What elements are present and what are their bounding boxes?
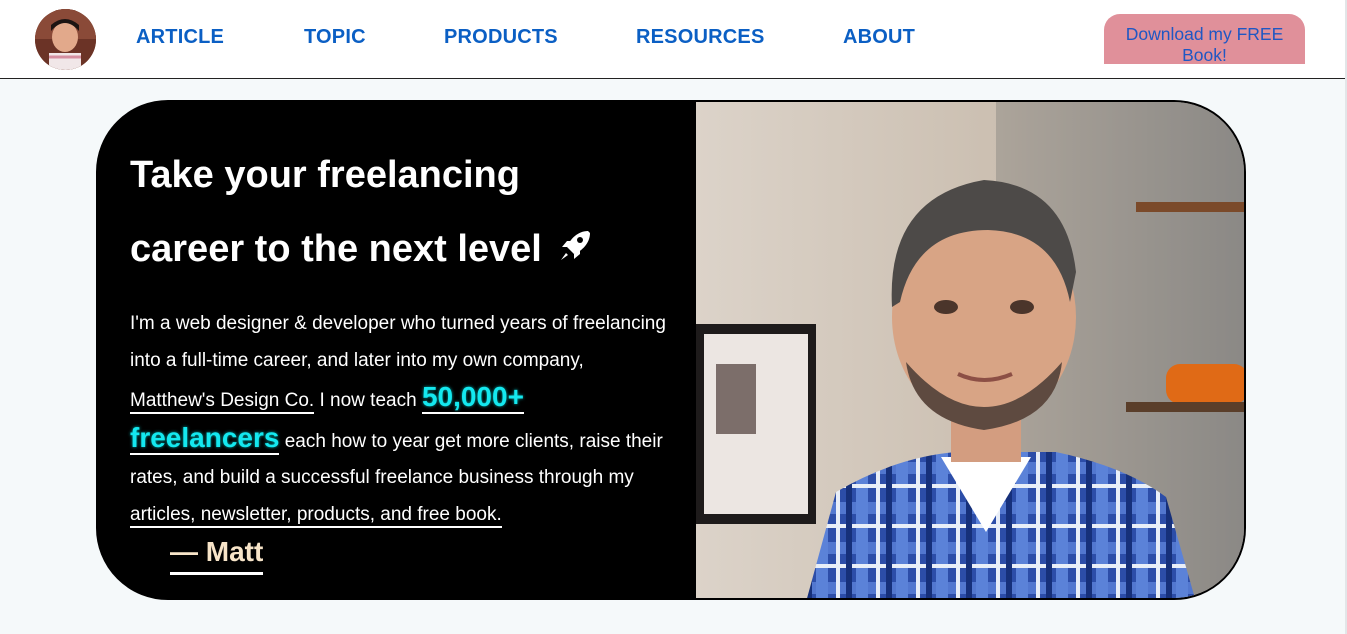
hero-title: Take your freelancing career to the next… [130, 138, 690, 288]
nav-products[interactable]: PRODUCTS [444, 26, 558, 49]
resources-link[interactable]: articles, newsletter, products, and free… [130, 503, 502, 528]
nav-article[interactable]: ARTICLE [136, 26, 224, 49]
hero-title-line1: Take your freelancing [130, 154, 520, 196]
hero-title-line2: career to the next level [130, 228, 542, 270]
signature: — Matt [170, 534, 264, 575]
freelancers-link[interactable]: freelancers [130, 421, 280, 455]
site-header: ARTICLE TOPIC PRODUCTS RESOURCES ABOUT D… [0, 0, 1345, 79]
nav-about[interactable]: ABOUT [843, 26, 915, 49]
nav-topic[interactable]: TOPIC [304, 26, 366, 49]
portrait-photo [696, 102, 1244, 598]
nav-resources[interactable]: RESOURCES [636, 26, 765, 49]
avatar[interactable] [35, 9, 96, 70]
freelancer-count-link[interactable]: 50,000+ [421, 381, 524, 414]
hero-card: Take your freelancing career to the next… [96, 100, 1246, 600]
hero-bio: I'm a web designer & developer who turne… [130, 306, 700, 533]
company-link[interactable]: Matthew's Design Co. [130, 390, 315, 414]
hero-text-panel: Take your freelancing career to the next… [98, 102, 696, 598]
rocket-icon [558, 214, 594, 288]
bio-text-1: I'm a web designer & developer who turne… [130, 313, 666, 371]
bio-text-2: I now teach [319, 390, 417, 411]
download-book-button[interactable]: Download my FREE Book! [1104, 14, 1305, 65]
